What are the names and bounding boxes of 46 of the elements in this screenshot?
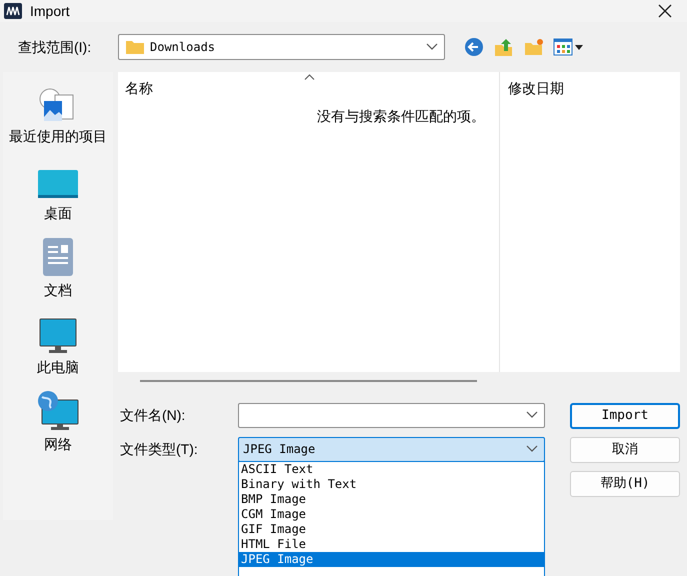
- file-type-option[interactable]: GIF Image: [239, 522, 544, 537]
- places-item[interactable]: 桌面: [3, 155, 113, 232]
- chevron-down-icon: [526, 411, 538, 419]
- new-folder-button[interactable]: [523, 36, 545, 58]
- look-in-dropdown[interactable]: Downloads: [118, 34, 445, 60]
- grid-view-icon: [553, 38, 573, 56]
- network-computer-icon: [37, 391, 79, 431]
- close-icon: [658, 4, 672, 18]
- file-type-label: 文件类型(T):: [119, 440, 199, 459]
- dialog-button[interactable]: Import: [570, 403, 680, 429]
- dialog-button[interactable]: 帮助(H): [570, 471, 680, 497]
- view-menu-button[interactable]: [553, 36, 583, 58]
- file-type-option[interactable]: JPEG Image: [239, 552, 544, 567]
- window-title: Import: [30, 2, 70, 21]
- caret-icon: [575, 44, 583, 50]
- folder-up-icon: [494, 37, 514, 57]
- places-item[interactable]: 网络: [3, 386, 113, 463]
- chevron-down-icon: [426, 43, 438, 51]
- document-icon: [42, 237, 74, 277]
- file-type-value: JPEG Image: [243, 441, 316, 458]
- up-folder-button[interactable]: [493, 36, 515, 58]
- column-header[interactable]: 修改日期: [508, 78, 564, 98]
- places-item[interactable]: 文档: [3, 232, 113, 309]
- file-type-option[interactable]: HTML File: [239, 537, 544, 552]
- sort-ascending-icon: [304, 74, 315, 80]
- app-logo-icon: [4, 3, 22, 19]
- folder-icon: [125, 39, 145, 55]
- look-in-value: Downloads: [150, 39, 216, 56]
- dialog-button[interactable]: 取消: [570, 437, 680, 463]
- chevron-down-icon: [526, 445, 538, 453]
- empty-message: 没有与搜索条件匹配的项。: [317, 107, 485, 126]
- places-item[interactable]: 最近使用的项目: [3, 78, 113, 155]
- file-type-option[interactable]: CGM Image: [239, 507, 544, 522]
- file-type-dropdown[interactable]: JPEG Image: [238, 436, 545, 462]
- file-type-option[interactable]: BMP Image: [239, 492, 544, 507]
- file-type-option[interactable]: ASCII Text: [239, 462, 544, 477]
- column-header[interactable]: 名称: [125, 78, 153, 98]
- desktop-icon: [37, 168, 79, 200]
- places-item[interactable]: 此电脑: [3, 309, 113, 386]
- file-type-option[interactable]: Binary with Text: [239, 477, 544, 492]
- monitor-icon: [39, 318, 77, 354]
- back-button[interactable]: [463, 36, 485, 58]
- file-name-label: 文件名(N):: [119, 406, 186, 425]
- file-name-field[interactable]: [238, 402, 545, 428]
- new-folder-icon: [524, 37, 544, 57]
- look-in-label: 查找范围(I):: [17, 38, 92, 57]
